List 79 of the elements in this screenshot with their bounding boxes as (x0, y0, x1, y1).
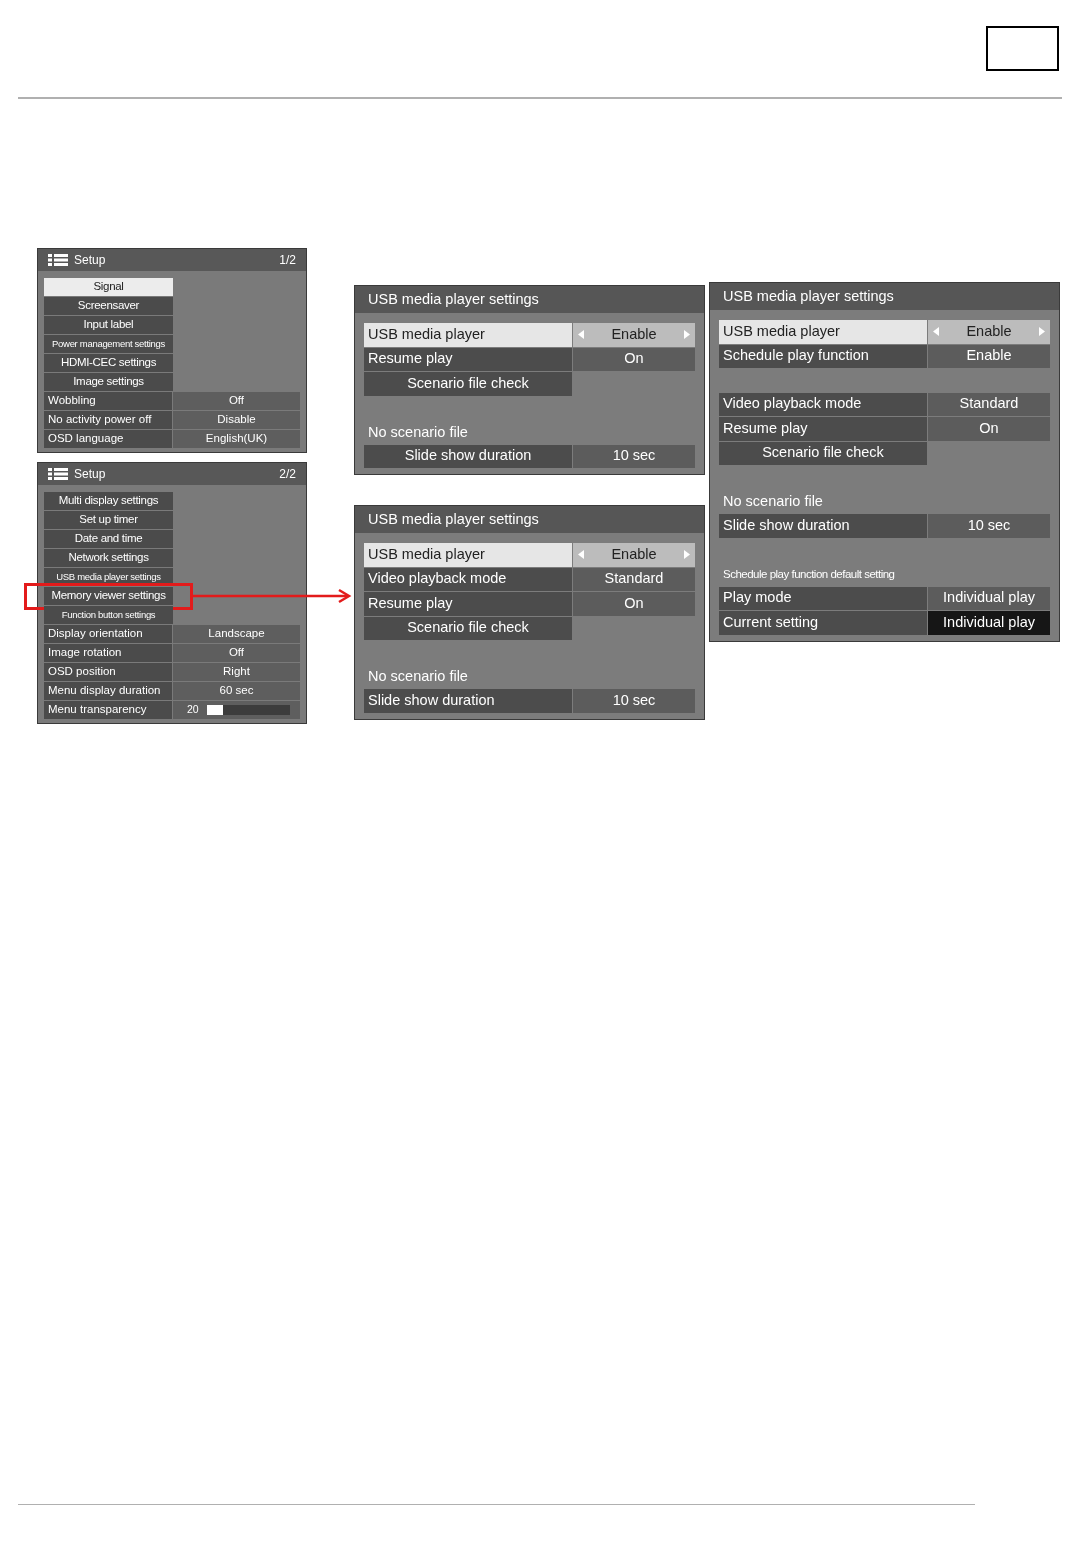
setting-value: On (573, 347, 695, 371)
setting-value: Enable (928, 344, 1050, 368)
setting-value: Individual play (928, 586, 1050, 610)
setting-value: 10 sec (928, 514, 1050, 538)
panel-title: USB media player settings (368, 289, 539, 309)
setting-label[interactable]: Schedule play function (719, 344, 927, 368)
slider-value: 20 (187, 702, 199, 718)
page-indicator: 2/2 (279, 466, 296, 483)
setting-label[interactable]: Display orientation (44, 625, 172, 643)
setting-value: On (928, 417, 1050, 441)
submenu-item[interactable]: Function button settings (44, 606, 173, 624)
status-note: No scenario file (367, 667, 469, 687)
setting-value: English(UK) (173, 430, 300, 448)
setting-value: 10 sec (573, 444, 695, 468)
setting-label[interactable]: Video playback mode (719, 392, 927, 416)
submenu-item[interactable]: Date and time (44, 530, 173, 548)
setting-value: Standard (928, 392, 1050, 416)
transparency-slider[interactable] (206, 705, 290, 715)
right-arrow-icon[interactable] (684, 550, 690, 560)
page-indicator: 1/2 (279, 252, 296, 269)
setting-label[interactable]: OSD language (44, 430, 172, 448)
right-arrow-icon[interactable] (684, 330, 690, 340)
submenu-item[interactable]: Multi display settings (44, 492, 173, 510)
setting-label[interactable]: USB media player (719, 320, 927, 344)
left-arrow-icon[interactable] (933, 327, 939, 337)
right-arrow-icon[interactable] (1039, 327, 1045, 337)
menu-title: Setup (74, 252, 106, 269)
setting-value: 10 sec (573, 689, 695, 713)
setting-value: Standard (573, 567, 695, 591)
submenu-item[interactable]: Input label (44, 316, 173, 334)
status-note: No scenario file (367, 422, 469, 442)
setting-value: 60 sec (173, 682, 300, 700)
submenu-item[interactable]: Signal (44, 278, 173, 296)
setting-value: Right (173, 663, 300, 681)
scenario-check-button[interactable]: Scenario file check (719, 441, 927, 465)
setting-value: Off (173, 644, 300, 662)
left-arrow-icon[interactable] (578, 550, 584, 560)
scenario-check-button[interactable]: Scenario file check (364, 616, 572, 640)
submenu-item[interactable]: HDMI-CEC settings (44, 354, 173, 372)
setting-label[interactable]: Current setting (719, 611, 927, 635)
setting-label[interactable]: Resume play (364, 347, 572, 371)
left-arrow-icon[interactable] (578, 330, 584, 340)
list-icon (48, 254, 68, 266)
setting-label[interactable]: Menu display duration (44, 682, 172, 700)
scenario-check-button[interactable]: Scenario file check (364, 372, 572, 396)
setting-label[interactable]: Slide show duration (364, 444, 572, 468)
setting-label[interactable]: Image rotation (44, 644, 172, 662)
panel-title: USB media player settings (368, 509, 539, 529)
submenu-item[interactable]: Set up timer (44, 511, 173, 529)
setting-label[interactable]: USB media player (364, 543, 572, 567)
setting-label[interactable]: OSD position (44, 663, 172, 681)
setting-value[interactable]: Enable (573, 323, 695, 347)
panel-title: USB media player settings (723, 286, 894, 306)
setting-value: Individual play (928, 611, 1050, 635)
submenu-item[interactable]: Screensaver (44, 297, 173, 315)
setting-value[interactable]: Enable (928, 320, 1050, 344)
setting-label[interactable]: Resume play (719, 417, 927, 441)
status-note: No scenario file (722, 492, 824, 512)
submenu-item[interactable]: Memory viewer settings (44, 587, 173, 605)
menu-title: Setup (74, 466, 106, 483)
setting-value[interactable]: Enable (573, 543, 695, 567)
setting-label[interactable]: USB media player (364, 323, 572, 347)
list-icon (48, 468, 68, 480)
setting-label[interactable]: Play mode (719, 586, 927, 610)
setting-value: Landscape (173, 625, 300, 643)
section-heading: Schedule play function default setting (722, 567, 896, 583)
setting-value: On (573, 592, 695, 616)
submenu-item[interactable]: Image settings (44, 373, 173, 391)
setting-label[interactable]: Resume play (364, 592, 572, 616)
submenu-item[interactable]: Network settings (44, 549, 173, 567)
submenu-item[interactable]: Power management settings (44, 335, 173, 353)
setting-label[interactable]: Slide show duration (719, 514, 927, 538)
setting-label[interactable]: Menu transparency (44, 701, 172, 719)
setting-label[interactable]: Slide show duration (364, 689, 572, 713)
setting-value: Off (173, 392, 300, 410)
setting-label[interactable]: Wobbling (44, 392, 172, 410)
setting-value: Disable (173, 411, 300, 429)
setting-label[interactable]: No activity power off (44, 411, 172, 429)
setting-label[interactable]: Video playback mode (364, 567, 572, 591)
